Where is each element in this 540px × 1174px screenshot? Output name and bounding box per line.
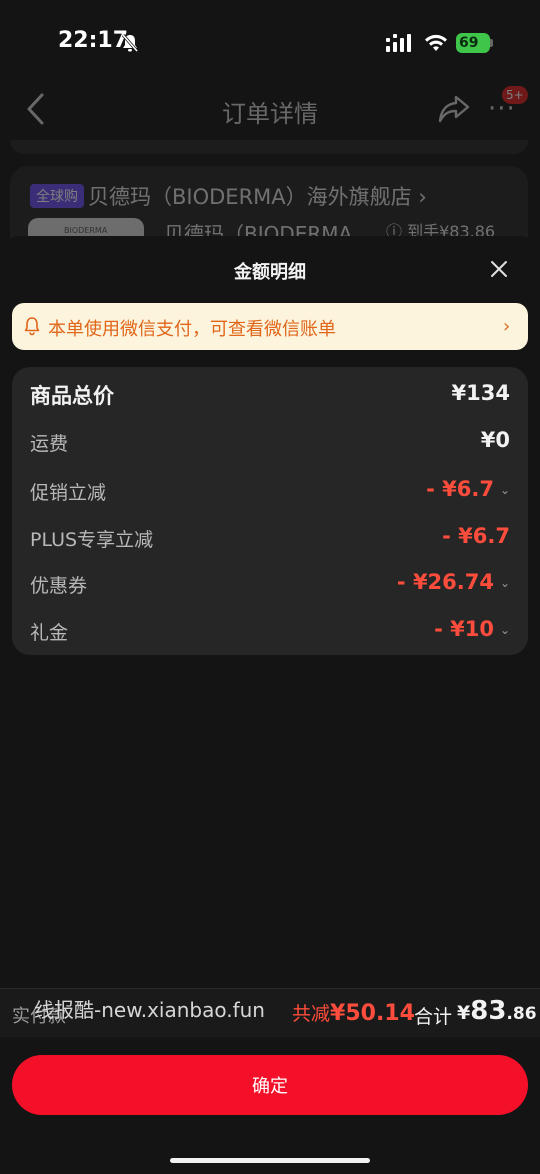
total-currency: ¥ [457, 1002, 471, 1024]
confirm-button[interactable]: 确定 [12, 1055, 528, 1115]
sheet-title: 金额明细 [234, 262, 306, 283]
notice-text: 本单使用微信支付，可查看微信账单 [48, 319, 336, 340]
signal-icon [386, 34, 411, 52]
battery-cap [490, 39, 493, 47]
status-time: 22:17 [58, 28, 129, 53]
watermark-text: 线报酷-new.xianbao.fun [34, 998, 265, 1022]
row-value-coupon[interactable]: - ¥26.74 [397, 570, 494, 594]
reduce-value: ¥50.14 [330, 1001, 415, 1026]
chevron-down-icon[interactable]: ⌄ [499, 483, 511, 497]
notification-badge: 5+ [502, 86, 528, 104]
total-integer: 83 [470, 996, 507, 1026]
row-value-gift[interactable]: - ¥10 [434, 617, 494, 641]
total-label: 合计 [414, 1006, 453, 1028]
row-value-shipping: ¥0 [480, 428, 510, 452]
share-icon[interactable] [438, 94, 470, 124]
row-label-subtotal: 商品总价 [30, 384, 114, 408]
row-value-promo[interactable]: - ¥6.7 [426, 477, 494, 501]
home-indicator [170, 1158, 370, 1163]
row-label-plus: PLUS专享立减 [30, 529, 154, 551]
row-label-gift[interactable]: 礼金 [30, 618, 68, 645]
bell-slash-icon [121, 34, 139, 52]
chevron-right-icon: › [503, 316, 511, 337]
row-value-subtotal: ¥134 [451, 381, 510, 405]
row-value-plus: - ¥6.7 [442, 524, 510, 548]
total-reduction: 共减¥50.14 [292, 999, 415, 1026]
order-card [10, 140, 528, 154]
close-icon[interactable] [488, 258, 510, 280]
chevron-down-icon[interactable]: ⌄ [499, 576, 511, 590]
global-tag: 全球购 [30, 184, 84, 208]
row-label-promo[interactable]: 促销立减 [30, 478, 106, 505]
store-name[interactable]: 贝德玛（BIODERMA）海外旗舰店 › [88, 181, 427, 211]
price-detail-card [12, 367, 528, 655]
reduce-label: 共减 [292, 1003, 331, 1025]
chevron-down-icon[interactable]: ⌄ [499, 623, 511, 637]
battery-indicator: 69 [456, 33, 490, 53]
row-label-shipping: 运费 [30, 433, 69, 455]
total-decimal: .86 [506, 1004, 537, 1024]
product-thumb-logo: BIODERMA [64, 226, 108, 235]
total-value: ¥83.86 [457, 996, 537, 1026]
row-label-coupon[interactable]: 优惠券 [30, 571, 87, 598]
bell-icon [24, 317, 40, 336]
wifi-icon [425, 34, 447, 51]
